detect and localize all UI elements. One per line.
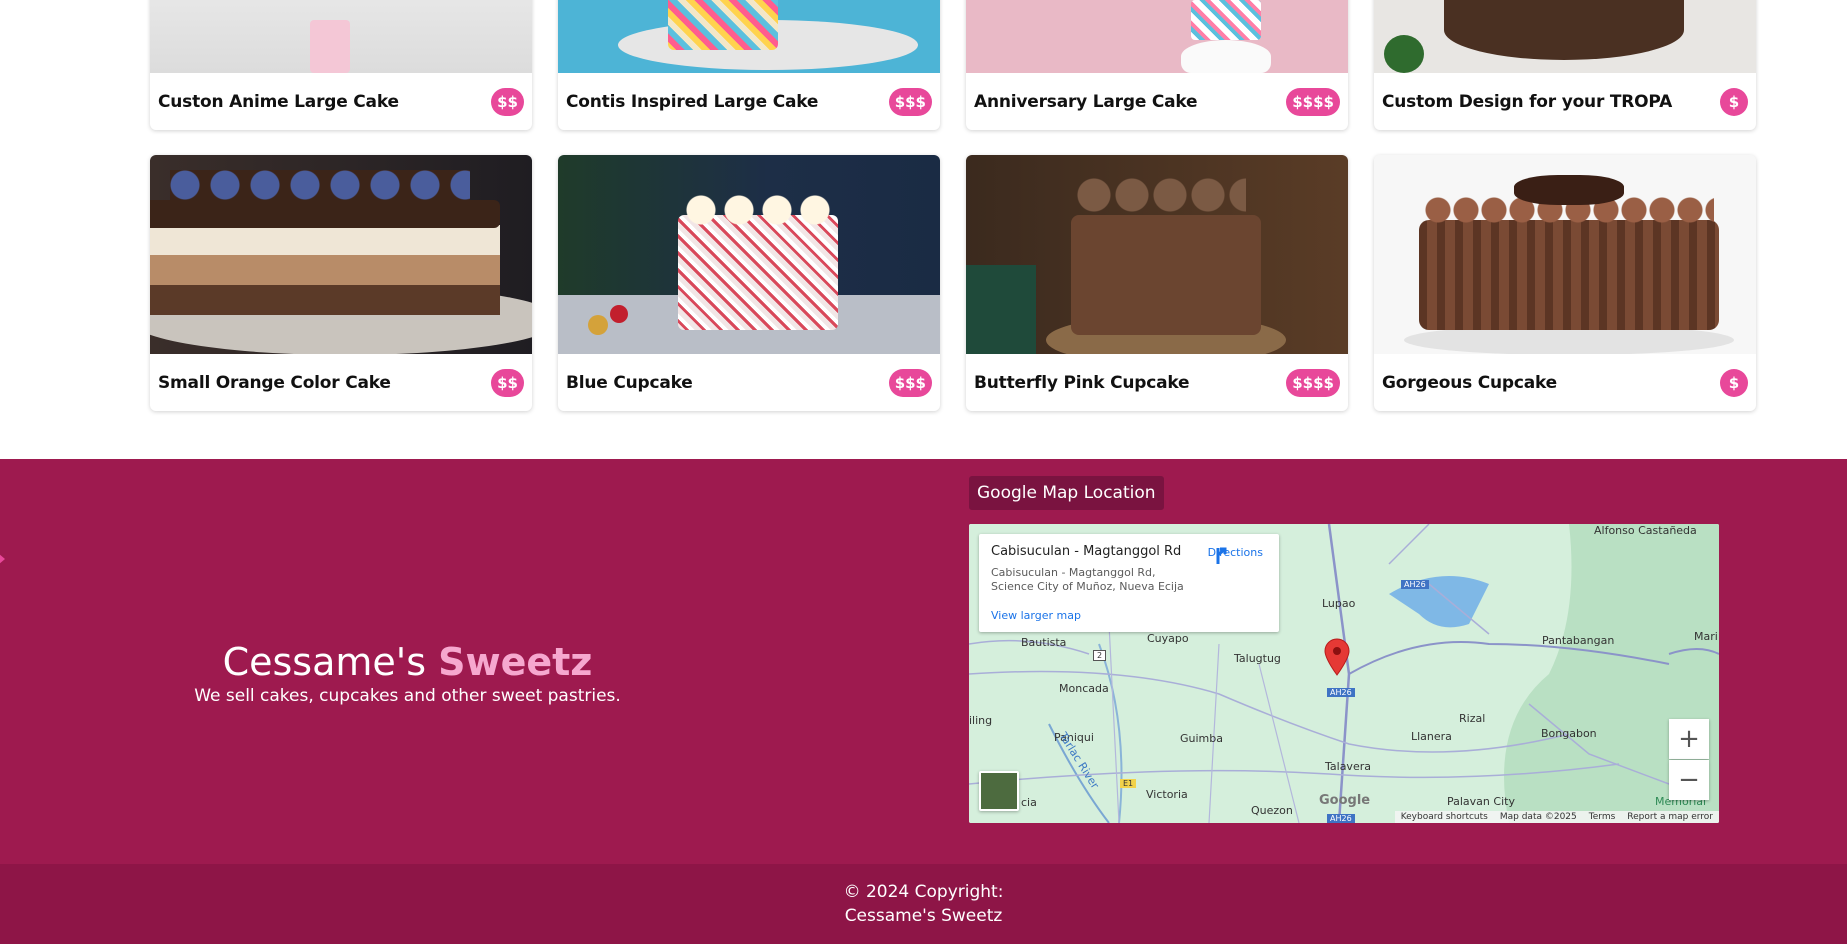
product-title: Contis Inspired Large Cake bbox=[566, 91, 819, 112]
google-map[interactable]: Alfonso Castañeda Lupao Pantabangan Mari… bbox=[969, 524, 1719, 823]
product-image bbox=[966, 155, 1348, 354]
copyright-owner: Cessame's Sweetz bbox=[844, 906, 1003, 926]
google-logo: Google bbox=[1319, 793, 1371, 808]
product-card[interactable]: Custom Design for your TROPA $ bbox=[1374, 0, 1756, 130]
map-place: Moncada bbox=[1059, 682, 1109, 695]
product-image bbox=[558, 155, 940, 354]
price-badge: $$$ bbox=[888, 87, 932, 116]
product-title: Blue Cupcake bbox=[566, 372, 693, 393]
map-info-card: Cabisuculan - Magtanggol Rd Cabisuculan … bbox=[979, 534, 1279, 632]
price-badge: $$ bbox=[491, 87, 524, 116]
zoom-in-button[interactable]: + bbox=[1669, 719, 1709, 759]
product-card[interactable]: Blue Cupcake $$$ bbox=[558, 155, 940, 411]
keyboard-shortcuts-link[interactable]: Keyboard shortcuts bbox=[1401, 812, 1488, 822]
map-place: Alfonso Castañeda bbox=[1594, 524, 1697, 537]
map-place: iling bbox=[969, 714, 993, 727]
product-image bbox=[150, 155, 532, 354]
satellite-toggle[interactable] bbox=[979, 771, 1019, 811]
product-image bbox=[966, 0, 1348, 73]
site-footer: Cessame's Sweetz We sell cakes, cupcakes… bbox=[0, 459, 1847, 864]
map-place-address: Cabisuculan - Magtanggol Rd, Science Cit… bbox=[991, 566, 1184, 593]
road-shield: AH26 bbox=[1327, 688, 1355, 697]
map-place: Palavan City bbox=[1447, 795, 1515, 808]
product-title: Gorgeous Cupcake bbox=[1382, 372, 1558, 393]
scroll-indicator-icon bbox=[0, 553, 5, 565]
map-place: Llanera bbox=[1411, 730, 1452, 743]
copyright-line: © 2024 Copyright: bbox=[843, 882, 1004, 902]
road-shield: AH26 bbox=[1327, 814, 1355, 823]
product-title: Anniversary Large Cake bbox=[974, 91, 1198, 112]
product-image bbox=[558, 0, 940, 73]
map-place: Talugtug bbox=[1234, 652, 1281, 665]
copyright-bar: © 2024 Copyright: Cessame's Sweetz bbox=[0, 864, 1847, 944]
product-image bbox=[150, 0, 532, 73]
directions-icon bbox=[1216, 547, 1227, 564]
map-place: Rizal bbox=[1459, 712, 1486, 725]
terms-link[interactable]: Terms bbox=[1589, 812, 1616, 822]
map-place: Quezon bbox=[1251, 804, 1293, 817]
map-place: Bautista bbox=[1021, 636, 1067, 649]
road-shield: AH26 bbox=[1401, 580, 1429, 589]
map-place: Lupao bbox=[1322, 597, 1356, 610]
price-badge: $$$ bbox=[888, 368, 932, 397]
product-image bbox=[1374, 0, 1756, 73]
brand-tagline: We sell cakes, cupcakes and other sweet … bbox=[194, 686, 621, 706]
directions-button[interactable]: Directions bbox=[1208, 546, 1263, 564]
product-title: Butterfly Pink Cupcake bbox=[974, 372, 1190, 393]
map-attribution: Keyboard shortcuts Map data ©2025 Terms … bbox=[1394, 811, 1719, 823]
price-badge: $ bbox=[1720, 87, 1748, 116]
view-larger-map-link[interactable]: View larger map bbox=[991, 609, 1081, 622]
map-place: Mari bbox=[1694, 630, 1718, 643]
road-shield: 2 bbox=[1093, 650, 1107, 661]
brand-block: Cessame's Sweetz We sell cakes, cupcakes… bbox=[0, 640, 815, 706]
product-card[interactable]: Custon Anime Large Cake $$ bbox=[150, 0, 532, 130]
product-title: Small Orange Color Cake bbox=[158, 372, 391, 393]
map-place: Victoria bbox=[1146, 788, 1188, 801]
price-badge: $$$$ bbox=[1286, 368, 1340, 397]
map-section-label: Google Map Location bbox=[969, 476, 1164, 510]
product-title: Custom Design for your TROPA bbox=[1382, 91, 1673, 112]
brand-name: Cessame's Sweetz bbox=[222, 640, 593, 684]
map-place: Cuyapo bbox=[1147, 632, 1189, 645]
product-card[interactable]: Butterfly Pink Cupcake $$$$ bbox=[966, 155, 1348, 411]
road-shield: E1 bbox=[1120, 779, 1137, 788]
product-card[interactable]: Gorgeous Cupcake $ bbox=[1374, 155, 1756, 411]
product-title: Custon Anime Large Cake bbox=[158, 91, 399, 112]
report-error-link[interactable]: Report a map error bbox=[1627, 812, 1713, 822]
map-place: Talavera bbox=[1325, 760, 1371, 773]
price-badge: $ bbox=[1720, 368, 1748, 397]
product-card[interactable]: Small Orange Color Cake $$ bbox=[150, 155, 532, 411]
map-data-text: Map data ©2025 bbox=[1499, 812, 1577, 822]
map-place: Pantabangan bbox=[1542, 634, 1615, 647]
price-badge: $$$$ bbox=[1286, 87, 1340, 116]
map-marker-icon[interactable] bbox=[1322, 637, 1352, 677]
price-badge: $$ bbox=[491, 368, 524, 397]
product-image bbox=[1374, 155, 1756, 354]
map-place: Guimba bbox=[1180, 732, 1223, 745]
zoom-out-button[interactable]: − bbox=[1669, 760, 1709, 800]
brand-name-accent: Sweetz bbox=[438, 640, 593, 684]
product-card[interactable]: Contis Inspired Large Cake $$$ bbox=[558, 0, 940, 130]
map-place: Bongabon bbox=[1541, 727, 1597, 740]
map-place: cia bbox=[1021, 796, 1037, 809]
product-card[interactable]: Anniversary Large Cake $$$$ bbox=[966, 0, 1348, 130]
